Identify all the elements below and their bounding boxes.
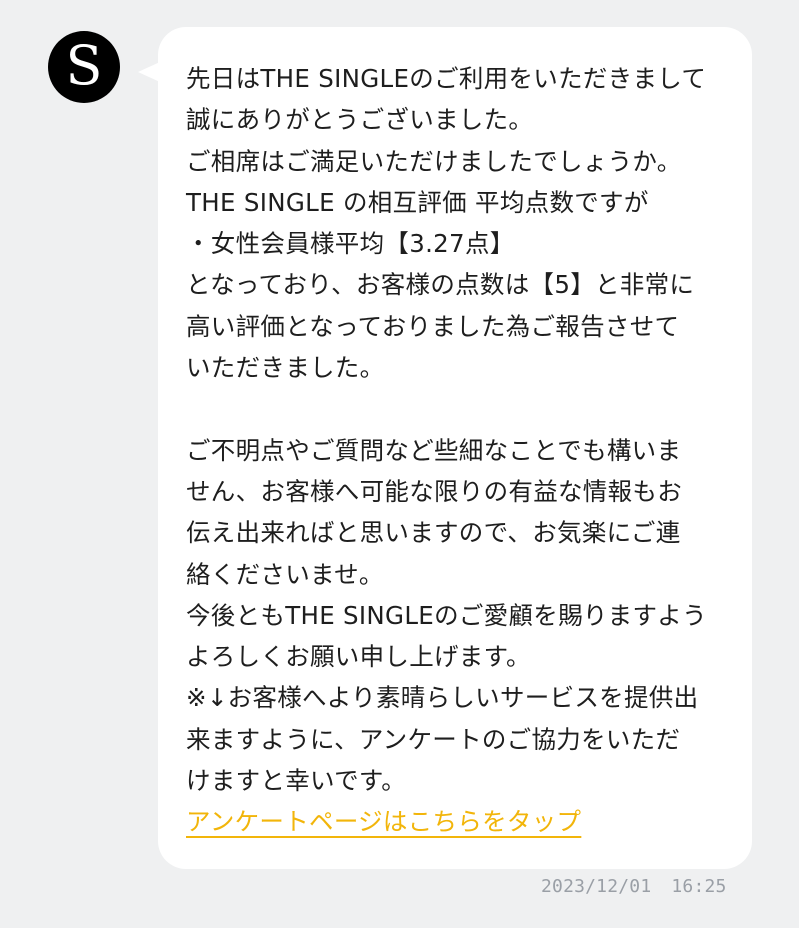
message-line: THE SINGLE の相互評価 平均点数ですが bbox=[186, 187, 649, 217]
message-line: 今後ともTHE SINGLEのご愛顧を賜りますよう bbox=[186, 600, 707, 630]
sender-avatar[interactable]: S bbox=[48, 31, 120, 103]
message-line: 絡くださいませ。 bbox=[186, 559, 384, 589]
message-bubble[interactable]: 先日はTHE SINGLEのご利用をいただきまして 誠にありがとうございました。… bbox=[158, 27, 752, 869]
message-line: 誠にありがとうございました。 bbox=[186, 105, 534, 135]
message-line: けますと幸いです。 bbox=[186, 766, 407, 796]
message-line: せん、お客様へ可能な限りの有益な情報もお bbox=[186, 476, 682, 506]
timestamp-time: 16:25 bbox=[671, 876, 727, 897]
message-line: ご相席はご満足いただけましたでしょうか。 bbox=[186, 146, 682, 176]
message-line: ※↓お客様へより素晴らしいサービスを提供出 bbox=[186, 683, 699, 713]
message-line: 先日はTHE SINGLEのご利用をいただきまして bbox=[186, 64, 707, 93]
message-timestamp: 2023/12/01 16:25 bbox=[541, 876, 741, 897]
avatar-letter: S bbox=[65, 34, 103, 97]
survey-link[interactable]: アンケートページはこちらをタップ bbox=[186, 801, 581, 842]
message-line: 高い評価となっておりました為ご報告させて bbox=[186, 311, 680, 341]
message-line: 来ますように、アンケートのご協力をいただ bbox=[186, 724, 681, 754]
message-line: ・女性会員様平均【3.27点】 bbox=[186, 229, 515, 259]
message-line: いただきました。 bbox=[186, 353, 385, 383]
message-line: 伝え出来ればと思いますので、お気楽にご連 bbox=[186, 518, 681, 548]
message-line: ご不明点やご質問など些細なことでも構いま bbox=[186, 435, 682, 465]
bubble-tail bbox=[138, 62, 160, 82]
message-line: となっており、お客様の点数は【5】と非常に bbox=[186, 270, 695, 300]
message-line: よろしくお願い申し上げます。 bbox=[186, 642, 531, 672]
timestamp-date: 2023/12/01 bbox=[541, 876, 652, 897]
